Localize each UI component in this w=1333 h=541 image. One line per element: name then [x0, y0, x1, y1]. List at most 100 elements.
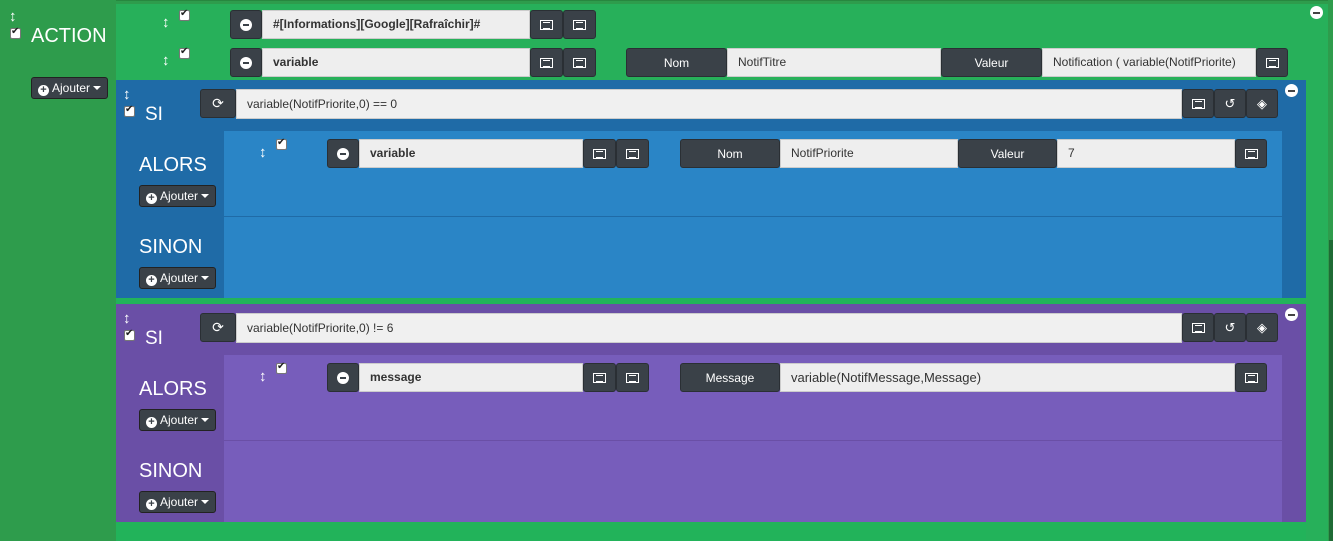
collapse-si-button[interactable] — [1285, 84, 1298, 97]
sinon-label: SINON — [139, 236, 203, 258]
list-alt-icon — [1191, 323, 1205, 333]
select-value-button[interactable] — [1235, 139, 1267, 168]
remove-button[interactable] — [327, 363, 359, 392]
condition-input[interactable]: variable(NotifPriorite,0) == 0 — [236, 89, 1182, 119]
drag-handle-icon[interactable]: ↕ — [259, 145, 267, 160]
condition-input[interactable]: variable(NotifPriorite,0) != 6 — [236, 313, 1182, 343]
list-alt-icon — [593, 149, 606, 159]
si-checkbox[interactable] — [124, 328, 135, 341]
message-input[interactable]: variable(NotifMessage,Message) — [780, 363, 1235, 392]
alors-add-button[interactable]: + Ajouter — [139, 185, 217, 207]
drag-handle-icon[interactable]: ↕ — [123, 87, 131, 102]
select-command-button[interactable] — [1182, 89, 1214, 118]
message-label: Message — [680, 363, 780, 392]
refresh-button[interactable]: ⟳ — [200, 89, 236, 118]
history-icon: ↺ — [1224, 96, 1236, 111]
select-command-button[interactable] — [530, 10, 563, 39]
row-checkbox[interactable] — [276, 137, 287, 150]
caret-down-icon — [201, 276, 210, 280]
list-alt-icon — [1244, 373, 1258, 383]
plus-circle-icon: + — [146, 193, 157, 204]
valeur-input[interactable]: Notification ( variable(NotifPriorite) — [1042, 48, 1256, 77]
cube-button[interactable]: ◈ — [1246, 313, 1278, 342]
row-checkbox[interactable] — [179, 8, 190, 21]
list-icon — [573, 58, 586, 68]
select-command-button[interactable] — [583, 139, 616, 168]
sinon-add-button[interactable]: + Ajouter — [139, 267, 217, 289]
nom-input[interactable]: NotifPriorite — [780, 139, 958, 168]
nom-label: Nom — [626, 48, 727, 77]
command-input[interactable]: #[Informations][Google][Rafraîchir]# — [262, 10, 530, 39]
valeur-label: Valeur — [941, 48, 1042, 77]
list-alt-icon — [1244, 149, 1258, 159]
si-checkbox[interactable] — [124, 104, 135, 117]
remove-button[interactable] — [230, 48, 262, 77]
command-input[interactable]: message — [359, 363, 583, 392]
minus-circle-icon — [337, 148, 349, 160]
history-button[interactable]: ↺ — [1214, 313, 1246, 342]
collapse-si-button[interactable] — [1285, 308, 1298, 321]
select-command-button[interactable] — [530, 48, 563, 77]
drag-handle-icon[interactable]: ↕ — [259, 369, 267, 384]
collapse-action-button[interactable] — [1310, 6, 1323, 19]
select-scenario-button[interactable] — [616, 363, 649, 392]
drag-handle-icon[interactable]: ↕ — [162, 53, 170, 68]
sinon-add-button[interactable]: + Ajouter — [139, 491, 217, 513]
list-icon — [573, 20, 586, 30]
select-value-button[interactable] — [1235, 363, 1267, 392]
valeur-input[interactable]: 7 — [1057, 139, 1235, 168]
select-command-button[interactable] — [1182, 313, 1214, 342]
drag-handle-icon[interactable]: ↕ — [9, 9, 17, 24]
caret-down-icon — [93, 86, 102, 90]
cube-button[interactable]: ◈ — [1246, 89, 1278, 118]
cube-icon: ◈ — [1257, 96, 1267, 111]
add-label: Ajouter — [160, 495, 199, 509]
remove-button[interactable] — [230, 10, 262, 39]
add-label: Ajouter — [160, 189, 199, 203]
divider — [224, 216, 1282, 217]
drag-handle-icon[interactable]: ↕ — [162, 15, 170, 30]
minus-circle-icon — [240, 19, 252, 31]
select-value-button[interactable] — [1256, 48, 1288, 77]
alors-label: ALORS — [139, 378, 207, 400]
plus-circle-icon: + — [146, 275, 157, 286]
cube-icon: ◈ — [1257, 320, 1267, 335]
action-checkbox[interactable] — [10, 26, 21, 39]
refresh-icon: ⟳ — [212, 319, 224, 335]
select-command-button[interactable] — [583, 363, 616, 392]
history-button[interactable]: ↺ — [1214, 89, 1246, 118]
divider — [224, 440, 1282, 441]
action-add-button[interactable]: + Ajouter — [31, 77, 109, 99]
right-strip — [1306, 4, 1328, 541]
list-alt-icon — [540, 58, 553, 68]
action-title: ACTION — [31, 25, 107, 47]
add-label: Ajouter — [160, 413, 199, 427]
list-alt-icon — [1191, 99, 1205, 109]
select-scenario-button[interactable] — [616, 139, 649, 168]
refresh-icon: ⟳ — [212, 95, 224, 111]
select-scenario-button[interactable] — [563, 10, 596, 39]
scrollbar-thumb[interactable] — [1329, 240, 1333, 541]
select-scenario-button[interactable] — [563, 48, 596, 77]
add-label: Ajouter — [52, 81, 91, 95]
list-alt-icon — [540, 20, 553, 30]
drag-handle-icon[interactable]: ↕ — [123, 311, 131, 326]
refresh-button[interactable]: ⟳ — [200, 313, 236, 342]
command-input[interactable]: variable — [359, 139, 583, 168]
nom-input[interactable]: NotifTitre — [727, 48, 941, 77]
list-alt-icon — [593, 373, 606, 383]
row-checkbox[interactable] — [276, 361, 287, 374]
remove-button[interactable] — [327, 139, 359, 168]
sinon-zone — [224, 217, 1282, 298]
row-checkbox[interactable] — [179, 46, 190, 59]
separator — [116, 522, 1306, 541]
plus-circle-icon: + — [146, 417, 157, 428]
si-label: SI — [145, 104, 163, 125]
alors-add-button[interactable]: + Ajouter — [139, 409, 217, 431]
plus-circle-icon: + — [146, 499, 157, 510]
caret-down-icon — [201, 418, 210, 422]
command-input[interactable]: variable — [262, 48, 530, 77]
history-icon: ↺ — [1224, 320, 1236, 335]
valeur-label: Valeur — [958, 139, 1057, 168]
si-label: SI — [145, 328, 163, 349]
